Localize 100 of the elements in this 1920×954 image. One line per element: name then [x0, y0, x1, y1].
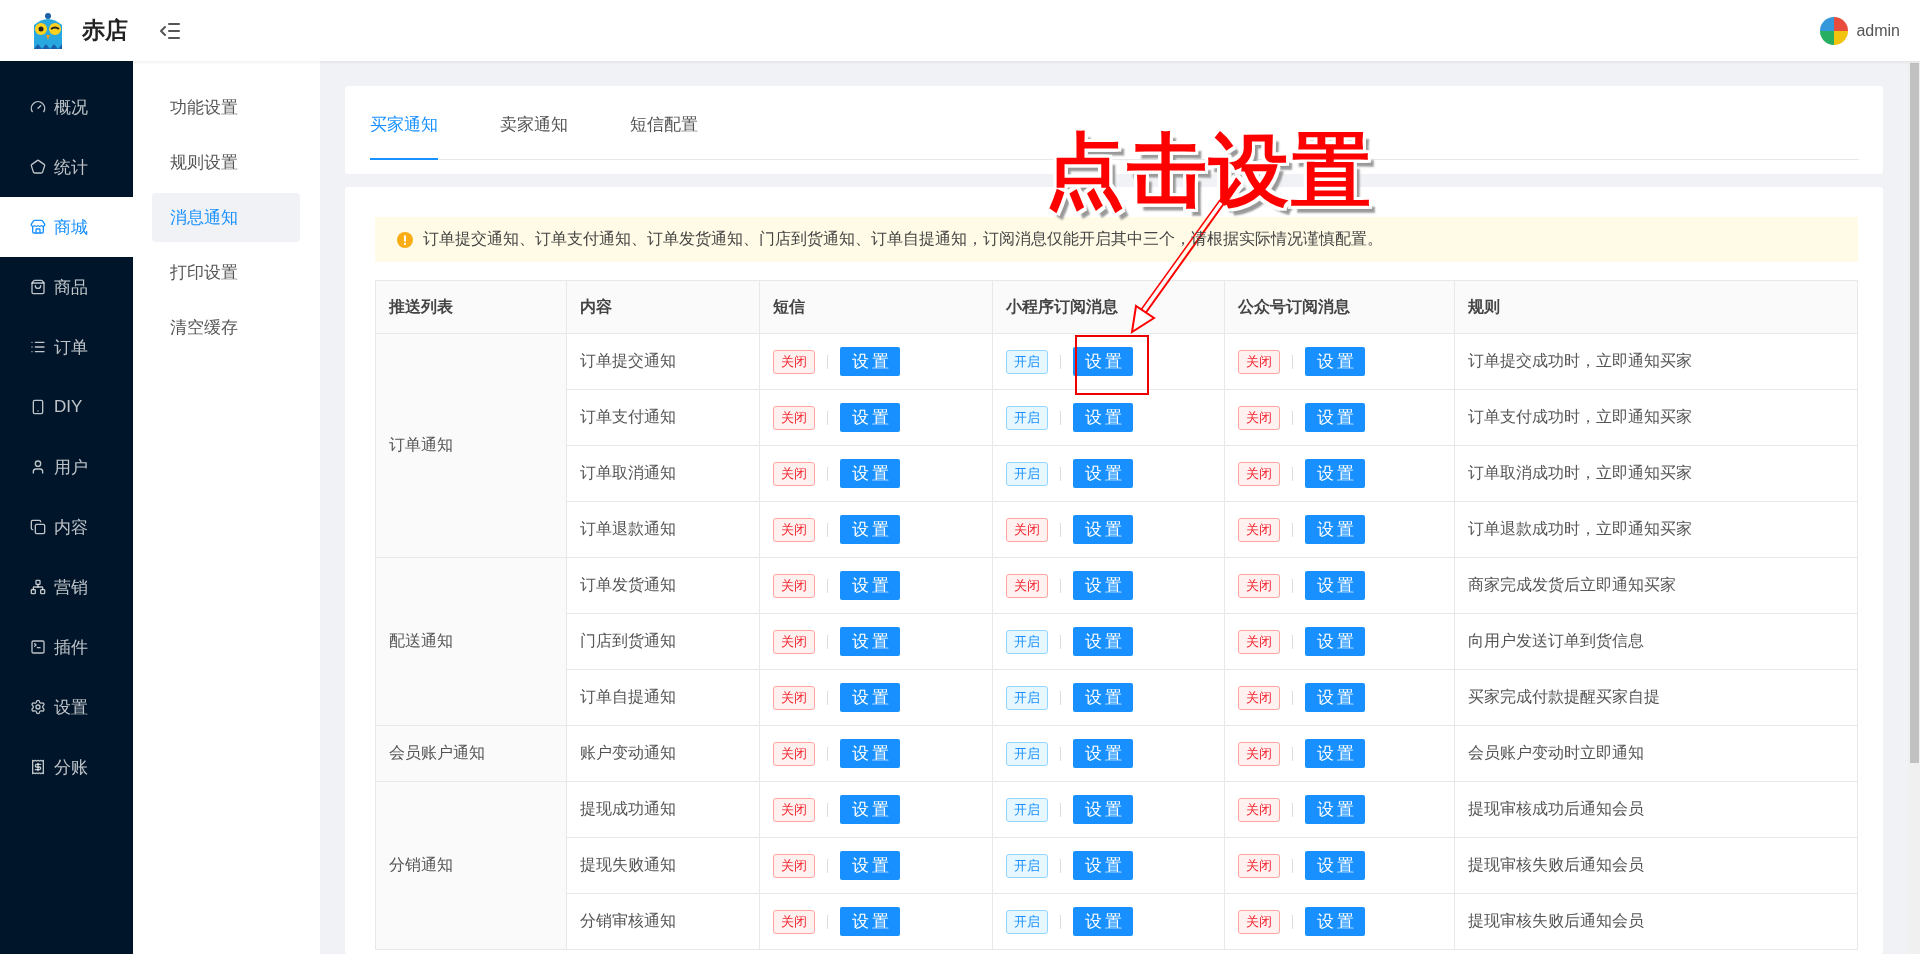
column-header: 公众号订阅消息 [1224, 280, 1455, 334]
table-cell: 向用户发送订单到货信息 [1454, 613, 1858, 670]
status-tag: 关闭 [1238, 405, 1280, 430]
settings-button[interactable]: 设置 [1073, 851, 1133, 880]
settings-button[interactable]: 设置 [1305, 795, 1365, 824]
receipt-icon [30, 759, 46, 775]
settings-button[interactable]: 设置 [1305, 851, 1365, 880]
status-tag: 开启 [1006, 741, 1048, 766]
settings-button[interactable]: 设置 [1073, 907, 1133, 936]
sidebar-label: 分账 [54, 756, 88, 779]
table-cell: 门店到货通知 [566, 613, 760, 670]
settings-button[interactable]: 设置 [1073, 347, 1133, 376]
settings-button[interactable]: 设置 [1073, 515, 1133, 544]
sidebar-item[interactable]: 用户 [0, 437, 133, 497]
settings-button[interactable]: 设置 [840, 683, 900, 712]
settings-button[interactable]: 设置 [840, 739, 900, 768]
settings-button[interactable]: 设置 [840, 851, 900, 880]
settings-button[interactable]: 设置 [840, 907, 900, 936]
sidebar-item[interactable]: 营销 [0, 557, 133, 617]
tab[interactable]: 卖家通知 [500, 113, 568, 160]
status-tag: 关闭 [773, 573, 815, 598]
status-tag: 关闭 [1238, 685, 1280, 710]
settings-button[interactable]: 设置 [840, 571, 900, 600]
sidebar-item[interactable]: 分账 [0, 737, 133, 797]
settings-button[interactable]: 设置 [840, 347, 900, 376]
sidebar-item[interactable]: 内容 [0, 497, 133, 557]
sidebar-item[interactable]: 商城 [0, 197, 133, 257]
settings-button[interactable]: 设置 [1073, 795, 1133, 824]
status-tag: 关闭 [773, 629, 815, 654]
scrollbar-thumb[interactable] [1910, 63, 1919, 763]
settings-button[interactable]: 设置 [1305, 627, 1365, 656]
sidebar-item[interactable]: 统计 [0, 137, 133, 197]
sidebar-label: 概况 [54, 96, 88, 119]
status-tag: 关闭 [773, 349, 815, 374]
status-tag: 关闭 [1238, 797, 1280, 822]
sidebar-item[interactable]: DIY [0, 377, 133, 437]
settings-button[interactable]: 设置 [1305, 459, 1365, 488]
submenu-item[interactable]: 消息通知 [152, 193, 300, 242]
status-tag: 关闭 [1238, 629, 1280, 654]
status-tag: 关闭 [773, 741, 815, 766]
settings-button[interactable]: 设置 [1305, 907, 1365, 936]
user-name[interactable]: admin [1856, 21, 1900, 40]
settings-button[interactable]: 设置 [1305, 515, 1365, 544]
settings-button[interactable]: 设置 [1073, 739, 1133, 768]
settings-button[interactable]: 设置 [1073, 683, 1133, 712]
settings-button[interactable]: 设置 [1305, 683, 1365, 712]
settings-button[interactable]: 设置 [1305, 739, 1365, 768]
table-cell: 提现失败通知 [566, 837, 760, 894]
sidebar-item[interactable]: 商品 [0, 257, 133, 317]
submenu-item[interactable]: 功能设置 [152, 83, 300, 132]
table-cell: 分销审核通知 [566, 893, 760, 950]
settings-button[interactable]: 设置 [840, 459, 900, 488]
settings-button[interactable]: 设置 [1305, 571, 1365, 600]
settings-icon [30, 699, 46, 715]
tab[interactable]: 买家通知 [370, 113, 438, 160]
status-tag: 关闭 [1006, 573, 1048, 598]
status-tag: 关闭 [1238, 461, 1280, 486]
sidebar-item[interactable]: 设置 [0, 677, 133, 737]
settings-button[interactable]: 设置 [1305, 403, 1365, 432]
status-tag: 关闭 [1006, 517, 1048, 542]
table-cell: 订单提交成功时，立即通知买家 [1454, 333, 1858, 390]
group-cell: 会员账户通知 [375, 725, 567, 782]
settings-button[interactable]: 设置 [840, 627, 900, 656]
settings-button[interactable]: 设置 [1073, 627, 1133, 656]
table-cell: 提现审核失败后通知会员 [1454, 837, 1858, 894]
settings-button[interactable]: 设置 [840, 403, 900, 432]
sidebar-item[interactable]: 插件 [0, 617, 133, 677]
settings-button[interactable]: 设置 [1073, 403, 1133, 432]
tab[interactable]: 短信配置 [630, 113, 698, 160]
table-cell: 订单支付通知 [566, 389, 760, 446]
pentagon-icon [30, 159, 46, 175]
scrollbar[interactable] [1908, 61, 1920, 954]
settings-button[interactable]: 设置 [1073, 571, 1133, 600]
sidebar-label: 设置 [54, 696, 88, 719]
sidebar-item[interactable]: 概况 [0, 77, 133, 137]
sidebar-label: 内容 [54, 516, 88, 539]
status-tag: 关闭 [773, 685, 815, 710]
submenu-item[interactable]: 清空缓存 [152, 303, 300, 352]
brand-name: 赤店 [82, 16, 128, 45]
sidebar-item[interactable]: 订单 [0, 317, 133, 377]
table-cell: 订单退款成功时，立即通知买家 [1454, 501, 1858, 558]
settings-button[interactable]: 设置 [1073, 459, 1133, 488]
status-tag: 开启 [1006, 405, 1048, 430]
submenu-item[interactable]: 打印设置 [152, 248, 300, 297]
table-cell: 订单退款通知 [566, 501, 760, 558]
annotation-text: 点击设置 [1045, 125, 1373, 217]
submenu-item[interactable]: 规则设置 [152, 138, 300, 187]
table-cell: 提现成功通知 [566, 781, 760, 838]
settings-button[interactable]: 设置 [840, 795, 900, 824]
table-cell: 订单提交通知 [566, 333, 760, 390]
phone-icon [30, 399, 46, 415]
status-tag: 关闭 [1238, 573, 1280, 598]
status-tag: 开启 [1006, 909, 1048, 934]
table-cell: 账户变动通知 [566, 725, 760, 782]
stack-icon [30, 519, 46, 535]
status-tag: 关闭 [1238, 909, 1280, 934]
settings-button[interactable]: 设置 [840, 515, 900, 544]
avatar-icon[interactable] [1820, 16, 1849, 45]
settings-button[interactable]: 设置 [1305, 347, 1365, 376]
sidebar-label: 统计 [54, 156, 88, 179]
